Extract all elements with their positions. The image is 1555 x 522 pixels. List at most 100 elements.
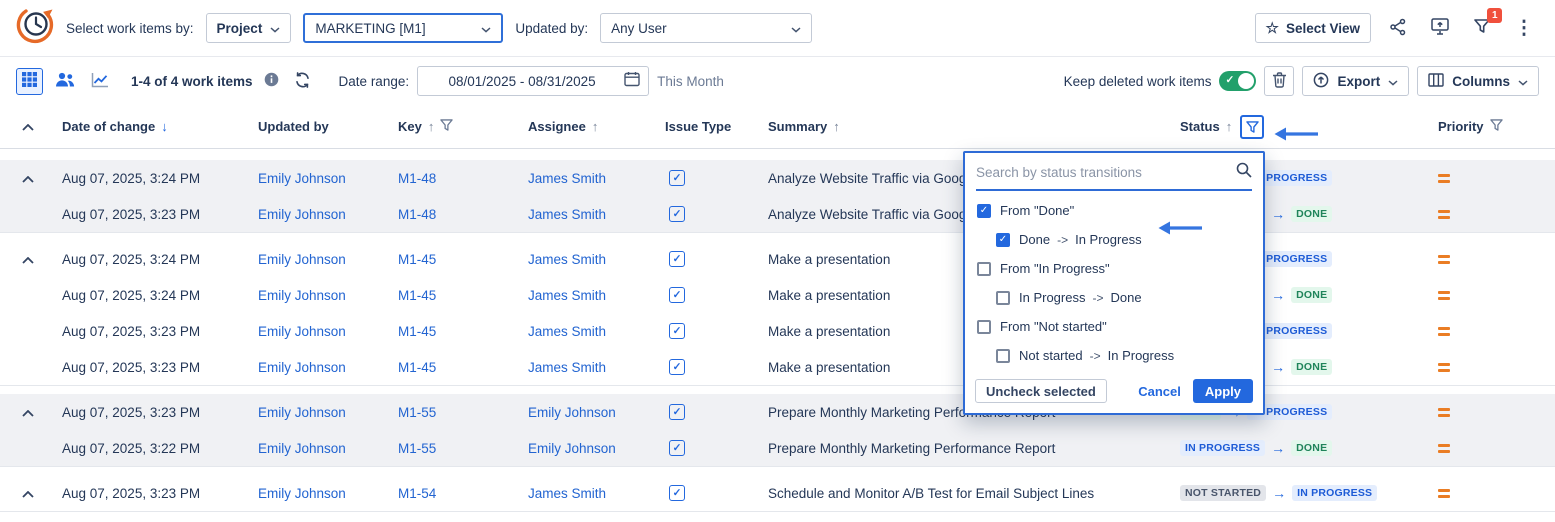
uncheck-selected-button[interactable]: Uncheck selected (975, 379, 1107, 403)
status-filter-button[interactable] (1240, 115, 1264, 139)
row-date: Aug 07, 2025, 3:24 PM (62, 288, 258, 303)
row-assignee[interactable]: James Smith (528, 207, 606, 222)
sort-asc-icon[interactable]: ↑ (428, 119, 435, 134)
collapse-group-button[interactable] (22, 171, 34, 186)
priority-medium-icon (1438, 363, 1555, 372)
row-updated-by[interactable]: Emily Johnson (258, 288, 346, 303)
more-menu-button[interactable]: ⋮ (1509, 13, 1539, 43)
view-chart-button[interactable] (86, 68, 113, 95)
status-chip: IN PROGRESS (1180, 440, 1265, 457)
row-key[interactable]: M1-55 (398, 405, 436, 420)
row-assignee[interactable]: James Smith (528, 360, 606, 375)
row-assignee[interactable]: James Smith (528, 486, 606, 501)
table-row: Aug 07, 2025, 3:23 PM Emily Johnson M1-5… (0, 475, 1555, 511)
row-updated-by[interactable]: Emily Johnson (258, 324, 346, 339)
keep-deleted-toggle[interactable]: ✓ (1219, 71, 1256, 91)
checkbox[interactable]: ✓ (996, 233, 1010, 247)
row-key[interactable]: M1-45 (398, 288, 436, 303)
checkbox[interactable] (996, 349, 1010, 363)
row-group: Aug 07, 2025, 3:24 PM Emily Johnson M1-4… (0, 160, 1555, 233)
present-window-button[interactable] (1425, 13, 1455, 43)
priority-medium-icon (1438, 444, 1555, 453)
column-header-summary[interactable]: Summary↑ (768, 119, 1180, 134)
row-updated-by[interactable]: Emily Johnson (258, 207, 346, 222)
row-updated-by[interactable]: Emily Johnson (258, 360, 346, 375)
row-key[interactable]: M1-45 (398, 324, 436, 339)
quick-filters-button[interactable]: 1 (1467, 13, 1497, 43)
filter-option[interactable]: ✓ Done->In Progress (965, 225, 1263, 254)
columns-button[interactable]: Columns (1417, 66, 1539, 96)
filter-option[interactable]: From "Not started" (965, 312, 1263, 341)
row-key[interactable]: M1-48 (398, 207, 436, 222)
column-header-priority[interactable]: Priority (1438, 119, 1555, 134)
share-button[interactable] (1383, 13, 1413, 43)
view-table-button[interactable] (16, 68, 43, 95)
row-assignee[interactable]: James Smith (528, 324, 606, 339)
select-view-button[interactable]: ☆ Select View (1255, 13, 1372, 43)
sort-asc-icon[interactable]: ↑ (1226, 119, 1233, 134)
status-transition-arrow-icon: → (1272, 486, 1286, 500)
filter-icon[interactable] (440, 119, 453, 134)
table-body: Aug 07, 2025, 3:24 PM Emily Johnson M1-4… (0, 149, 1555, 512)
row-status: IN PROGRESS→DONE (1180, 440, 1438, 457)
row-date: Aug 07, 2025, 3:23 PM (62, 324, 258, 339)
checkbox[interactable] (977, 320, 991, 334)
collapse-group-button[interactable] (22, 486, 34, 501)
row-assignee[interactable]: Emily Johnson (528, 405, 616, 420)
filters-count-badge: 1 (1487, 8, 1502, 23)
row-key[interactable]: M1-48 (398, 171, 436, 186)
row-assignee[interactable]: James Smith (528, 171, 606, 186)
apply-button[interactable]: Apply (1193, 379, 1253, 403)
export-button[interactable]: Export (1302, 66, 1409, 96)
view-people-button[interactable] (51, 68, 78, 95)
collapse-group-button[interactable] (22, 405, 34, 420)
cancel-button[interactable]: Cancel (1138, 384, 1181, 399)
row-assignee[interactable]: James Smith (528, 288, 606, 303)
filter-option[interactable]: In Progress->Done (965, 283, 1263, 312)
info-button[interactable] (261, 66, 283, 96)
filter-icon[interactable] (1490, 119, 1503, 134)
status-search-input[interactable] (976, 165, 1230, 180)
columns-icon (1428, 73, 1444, 90)
updated-by-select[interactable]: Any User (600, 13, 812, 43)
column-header-status[interactable]: Status↑ (1180, 115, 1438, 139)
project-dropdown-button[interactable]: Project (206, 13, 292, 43)
row-updated-by[interactable]: Emily Johnson (258, 486, 346, 501)
row-updated-by[interactable]: Emily Johnson (258, 252, 346, 267)
column-header-issue-type[interactable]: Issue Type (665, 119, 768, 134)
row-updated-by[interactable]: Emily Johnson (258, 405, 346, 420)
project-select[interactable]: MARKETING [M1] (303, 13, 503, 43)
collapse-group-button[interactable] (22, 252, 34, 267)
column-header-assignee[interactable]: Assignee↑ (528, 119, 665, 134)
row-key[interactable]: M1-45 (398, 252, 436, 267)
status-transition-arrow-icon: → (1271, 360, 1285, 374)
checkbox[interactable] (996, 291, 1010, 305)
row-key[interactable]: M1-45 (398, 360, 436, 375)
sort-desc-icon[interactable]: ↓ (161, 119, 168, 134)
filter-option[interactable]: ✓ From "Done" (965, 196, 1263, 225)
column-header-updated-by[interactable]: Updated by (258, 119, 398, 134)
column-header-key[interactable]: Key↑ (398, 119, 528, 134)
sort-asc-icon[interactable]: ↑ (592, 119, 599, 134)
column-header-date[interactable]: Date of change↓ (62, 119, 258, 134)
row-assignee[interactable]: James Smith (528, 252, 606, 267)
row-assignee[interactable]: Emily Johnson (528, 441, 616, 456)
refresh-button[interactable] (291, 66, 315, 96)
checkbox[interactable]: ✓ (977, 204, 991, 218)
filter-option[interactable]: From "In Progress" (965, 254, 1263, 283)
row-updated-by[interactable]: Emily Johnson (258, 441, 346, 456)
calendar-icon[interactable] (624, 71, 640, 92)
date-range-input[interactable] (426, 74, 618, 89)
collapse-all-button[interactable] (22, 119, 34, 134)
row-key[interactable]: M1-54 (398, 486, 436, 501)
sort-asc-icon[interactable]: ↑ (833, 119, 840, 134)
row-date: Aug 07, 2025, 3:23 PM (62, 360, 258, 375)
filter-option-label: Not started->In Progress (1019, 348, 1174, 363)
filter-option[interactable]: Not started->In Progress (965, 341, 1263, 370)
row-updated-by[interactable]: Emily Johnson (258, 171, 346, 186)
date-range-input-box[interactable] (417, 66, 649, 96)
checkbox[interactable] (977, 262, 991, 276)
app-logo-icon (16, 6, 54, 51)
delete-button[interactable] (1264, 66, 1294, 96)
row-key[interactable]: M1-55 (398, 441, 436, 456)
